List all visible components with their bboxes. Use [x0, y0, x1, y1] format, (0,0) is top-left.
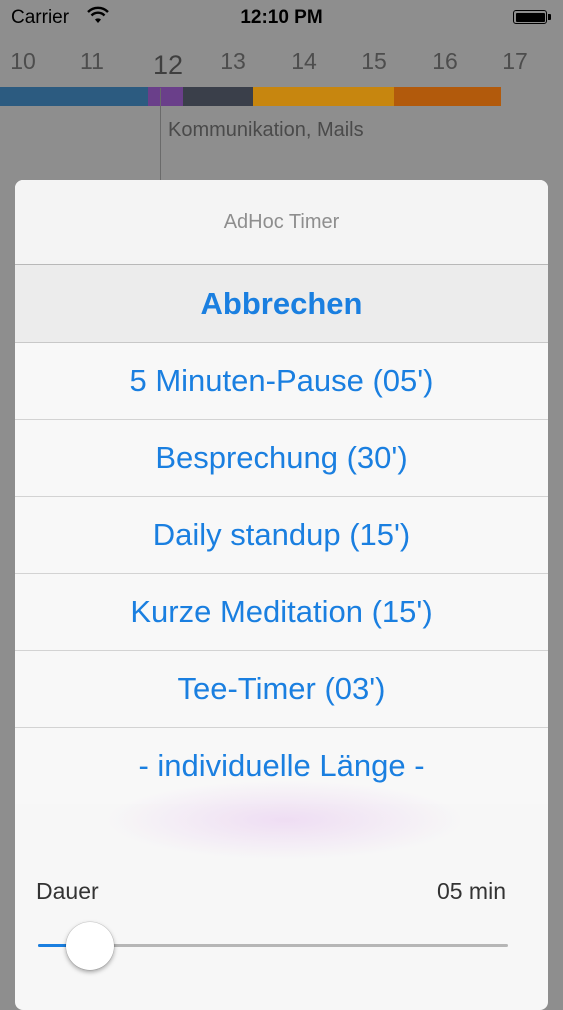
slider-thumb[interactable] — [65, 922, 114, 970]
timeline-hour: 13 — [220, 48, 246, 74]
duration-label: Dauer — [36, 878, 99, 904]
current-activity-label: Kommunikation, Mails — [168, 119, 364, 141]
timeline-segment — [0, 87, 148, 106]
timeline-segment — [183, 87, 253, 106]
timeline-hour-current: 12 — [152, 50, 184, 80]
option-5-minuten-pause[interactable]: 5 Minuten-Pause (05') — [15, 343, 548, 420]
option-kurze-meditation[interactable]: Kurze Meditation (15') — [15, 574, 548, 651]
option-besprechung[interactable]: Besprechung (30') — [15, 420, 548, 497]
timeline-hour: 11 — [80, 48, 104, 74]
timeline-hour: 14 — [291, 48, 317, 74]
duration-slider[interactable] — [38, 920, 508, 970]
timeline-segment — [253, 87, 394, 106]
cancel-button[interactable]: Abbrechen — [15, 265, 548, 343]
sheet-title: AdHoc Timer — [15, 180, 548, 265]
timeline-hour: 15 — [361, 48, 387, 74]
timeline-segment — [148, 87, 183, 106]
timeline-hour: 16 — [432, 48, 458, 74]
decorative-glow — [105, 780, 465, 860]
action-sheet: AdHoc Timer Abbrechen 5 Minuten-Pause (0… — [15, 180, 548, 1010]
duration-value: 05 min — [436, 878, 506, 904]
clock-time: 12:10 PM — [240, 7, 323, 28]
timeline-hour: 10 — [10, 48, 36, 74]
timer-options-list: 5 Minuten-Pause (05') Besprechung (30') … — [15, 343, 548, 804]
option-daily-standup[interactable]: Daily standup (15') — [15, 497, 548, 574]
timeline-hour: 17 — [502, 48, 528, 74]
option-tee-timer[interactable]: Tee-Timer (03') — [15, 651, 548, 728]
timeline-segment — [394, 87, 501, 106]
status-bar: Carrier 12:10 PM — [0, 0, 563, 36]
battery-icon — [513, 10, 551, 26]
timeline: 10 11 12 13 14 15 16 17 Kommunikation, M… — [0, 40, 563, 196]
